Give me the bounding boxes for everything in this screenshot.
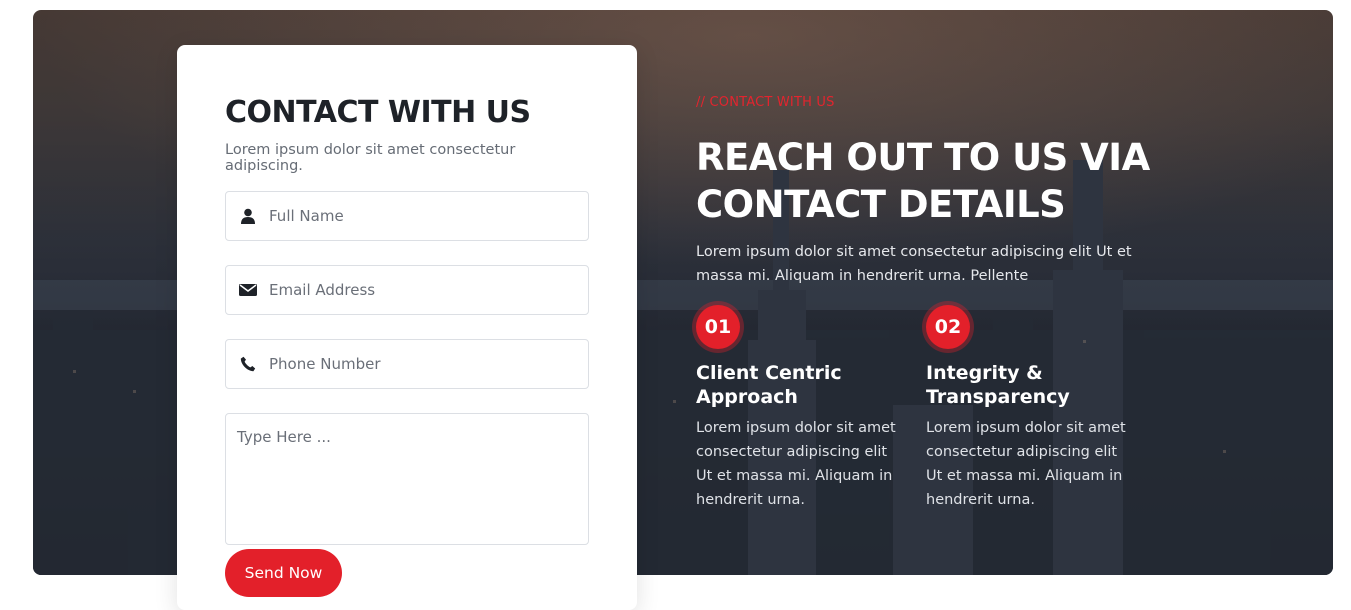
feature-text: Lorem ipsum dolor sit amet consectetur a… <box>926 420 1126 508</box>
envelope-icon <box>237 279 259 301</box>
heading-line-1: REACH OUT TO US VIA <box>696 136 1150 179</box>
section-eyebrow: // CONTACT WITH US <box>696 95 835 110</box>
feature-number-badge: 01 <box>696 305 740 349</box>
phone-field <box>225 339 589 389</box>
user-icon <box>237 205 259 227</box>
email-field <box>225 265 589 315</box>
feature-number-badge: 02 <box>926 305 970 349</box>
section-heading: REACH OUT TO US VIA CONTACT DETAILS <box>696 134 1156 228</box>
full-name-input[interactable] <box>259 192 588 240</box>
form-subtitle: Lorem ipsum dolor sit amet consectetur a… <box>225 142 516 174</box>
feature-item: 01 Client Centric Approach Lorem ipsum d… <box>696 305 926 512</box>
phone-icon <box>237 353 259 375</box>
feature-title: Integrity & Transparency <box>926 362 1070 408</box>
feature-item: 02 Integrity & Transparency Lorem ipsum … <box>926 305 1156 512</box>
phone-input[interactable] <box>259 340 588 388</box>
section-description: Lorem ipsum dolor sit amet consectetur a… <box>696 244 1132 284</box>
contact-details-section: // CONTACT WITH US REACH OUT TO US VIA C… <box>696 95 1156 512</box>
form-fields <box>225 191 589 389</box>
message-textarea[interactable] <box>225 413 589 545</box>
feature-text: Lorem ipsum dolor sit amet consectetur a… <box>696 420 896 508</box>
contact-form-card: CONTACT WITH US Lorem ipsum dolor sit am… <box>177 45 637 610</box>
features-list: 01 Client Centric Approach Lorem ipsum d… <box>696 305 1156 512</box>
feature-title: Client Centric Approach <box>696 362 842 408</box>
send-now-button[interactable]: Send Now <box>225 549 342 597</box>
form-title: CONTACT WITH US <box>225 95 531 130</box>
email-input[interactable] <box>259 266 588 314</box>
full-name-field <box>225 191 589 241</box>
heading-line-2: CONTACT DETAILS <box>696 183 1066 226</box>
